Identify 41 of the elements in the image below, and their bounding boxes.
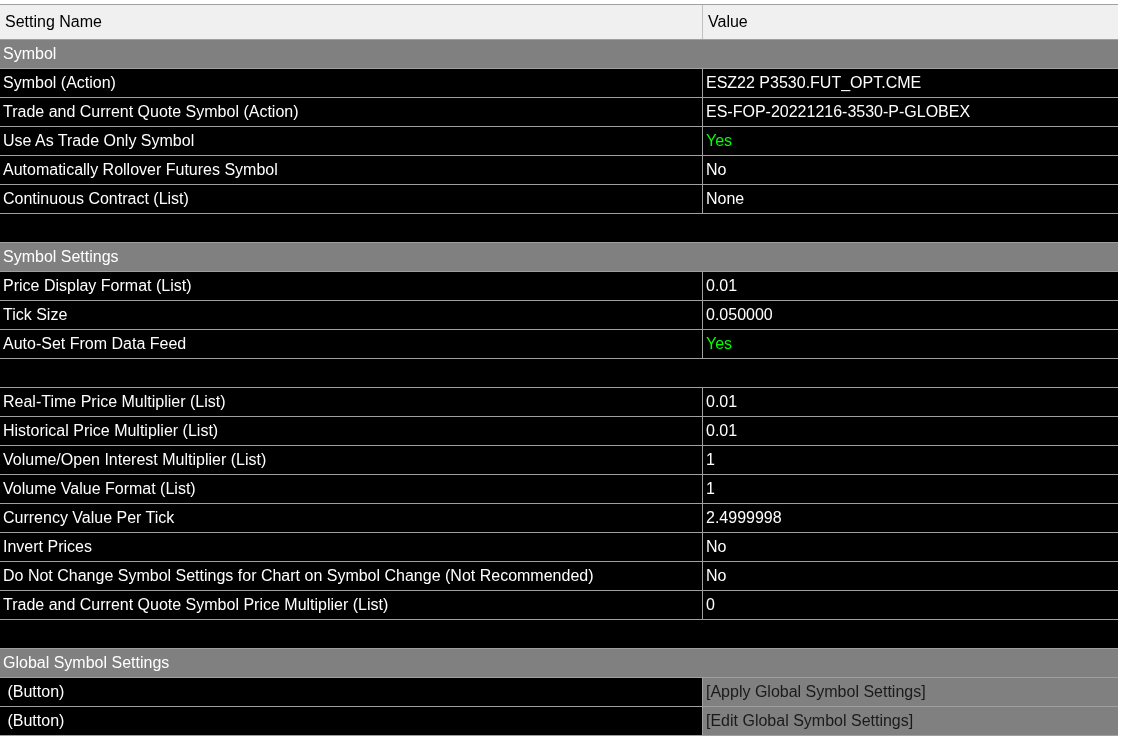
setting-name-cell[interactable]: Continuous Contract (List) xyxy=(0,185,703,213)
setting-name-cell: (Button) xyxy=(0,678,703,706)
setting-value-cell[interactable]: No xyxy=(703,562,1118,590)
section-header: Symbol Settings xyxy=(0,243,1118,272)
setting-value-cell[interactable]: No xyxy=(703,533,1118,561)
setting-value-cell[interactable]: None xyxy=(703,185,1118,213)
setting-value-cell[interactable]: 0.01 xyxy=(703,388,1118,416)
setting-name-cell[interactable]: Volume/Open Interest Multiplier (List) xyxy=(0,446,703,474)
setting-value-cell[interactable]: 0 xyxy=(703,591,1118,619)
column-header[interactable]: Setting Name xyxy=(0,5,703,39)
setting-name-cell[interactable]: Tick Size xyxy=(0,301,703,329)
setting-value-cell[interactable]: ESZ22 P3530.FUT_OPT.CME xyxy=(703,69,1118,97)
setting-name-cell[interactable]: Price Display Format (List) xyxy=(0,272,703,300)
setting-value-cell[interactable]: 0.01 xyxy=(703,272,1118,300)
setting-name-cell[interactable]: Auto-Set From Data Feed xyxy=(0,330,703,358)
setting-name-cell[interactable]: Currency Value Per Tick xyxy=(0,504,703,532)
section-header: Symbol xyxy=(0,40,1118,69)
setting-value-cell[interactable]: 0.050000 xyxy=(703,301,1118,329)
setting-name-cell[interactable]: Symbol (Action) xyxy=(0,69,703,97)
setting-value-cell[interactable]: Yes xyxy=(703,127,1118,155)
setting-name-cell[interactable]: Trade and Current Quote Symbol (Action) xyxy=(0,98,703,126)
setting-value-cell[interactable]: No xyxy=(703,156,1118,184)
setting-name-cell[interactable]: Real-Time Price Multiplier (List) xyxy=(0,388,703,416)
setting-name-cell[interactable]: Do Not Change Symbol Settings for Chart on Symbol Change (Not Recommended) xyxy=(0,562,703,590)
setting-value-cell[interactable]: 2.4999998 xyxy=(703,504,1118,532)
setting-name-cell[interactable]: Invert Prices xyxy=(0,533,703,561)
section-header: Global Symbol Settings xyxy=(0,649,1118,678)
column-header[interactable]: Value xyxy=(703,5,1118,39)
action-button[interactable]: [Apply Global Symbol Settings] xyxy=(703,678,1118,706)
setting-name-cell[interactable]: Trade and Current Quote Symbol Price Multiplier (List) xyxy=(0,591,703,619)
setting-name-cell[interactable]: Volume Value Format (List) xyxy=(0,475,703,503)
setting-name-cell[interactable]: Automatically Rollover Futures Symbol xyxy=(0,156,703,184)
setting-value-cell[interactable]: 1 xyxy=(703,475,1118,503)
setting-value-cell[interactable]: ES-FOP-20221216-3530-P-GLOBEX xyxy=(703,98,1118,126)
setting-name-cell: (Button) xyxy=(0,707,703,735)
setting-value-cell[interactable]: Yes xyxy=(703,330,1118,358)
setting-name-cell[interactable]: Use As Trade Only Symbol xyxy=(0,127,703,155)
action-button[interactable]: [Edit Global Symbol Settings] xyxy=(703,707,1118,735)
setting-name-cell[interactable]: Historical Price Multiplier (List) xyxy=(0,417,703,445)
setting-value-cell[interactable]: 1 xyxy=(703,446,1118,474)
setting-value-cell[interactable]: 0.01 xyxy=(703,417,1118,445)
